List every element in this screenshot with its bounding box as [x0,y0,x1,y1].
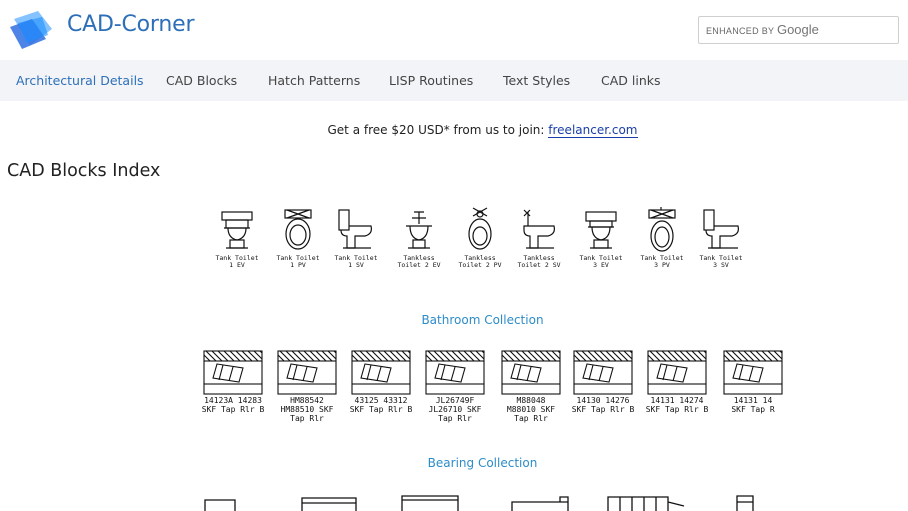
bearing-block-caption-line2: SKF Tap Rlr B [201,405,265,414]
bearing-drawing-icon [277,350,337,395]
nav-item-cad-blocks[interactable]: CAD Blocks [166,73,237,88]
bearing-block-caption-line1: M88048 [516,396,546,405]
site-header: CAD-Corner ENHANCED BY Google [0,0,908,60]
bathroom-block-item[interactable]: Tank Toilet 3 PV [637,203,687,269]
nav-item-hatch-patterns[interactable]: Hatch Patterns [268,73,360,88]
bathroom-block-item[interactable]: Tankless Toilet 2 PV [455,203,505,269]
bearing-block-caption-line2: SKF Tap Rlr B [349,405,413,414]
main-nav: Architectural Details CAD Blocks Hatch P… [0,60,908,101]
bearing-block-caption-line1: 14130 14276 [576,396,630,405]
bearing-block-caption-line2: SKF Tap R [731,405,775,414]
bathroom-block-item[interactable]: Tank Toilet 1 EV [212,203,262,269]
nav-item-lisp-routines[interactable]: LISP Routines [389,73,473,88]
next-collection-preview [204,495,754,511]
bearing-block-item[interactable]: JL26749F JL26710 SKF Tap Rlr [418,350,492,423]
bearing-block-item[interactable]: 14130 14276 SKF Tap Rlr B [566,350,640,414]
bearing-block-caption-line1: JL26749F [435,396,475,405]
bathroom-collection-link[interactable]: Bathroom Collection [0,313,908,327]
toilet-drawing-icon [648,207,676,252]
bearing-block-item[interactable]: 43125 43312 SKF Tap Rlr B [344,350,418,414]
bearing-block-caption-line2: SKF Tap Rlr B [645,405,709,414]
bearing-block-item[interactable]: 14123A 14283 SKF Tap Rlr B [196,350,270,414]
bearing-block-caption-line2: M88010 SKF [506,405,556,414]
bathroom-block-caption-line2: 3 SV [713,261,729,269]
bearing-block-caption-line1: 14131 14274 [650,396,704,405]
nav-item-cad-links[interactable]: CAD links [601,73,661,88]
bathroom-block-item[interactable]: Tank Toilet 1 PV [273,203,323,269]
bathroom-block-item[interactable]: Tankless Toilet 2 SV [514,203,564,269]
toilet-drawing-icon [406,211,432,249]
bathroom-block-caption-line2: 1 PV [290,261,306,269]
bearing-drawing-icon [203,350,263,395]
enhanced-by-label: ENHANCED BY [706,26,775,36]
bearing-block-caption-line1: HM88542 [290,396,324,405]
nav-item-architectural-details[interactable]: Architectural Details [16,73,144,88]
bearing-block-item[interactable]: 14131 14 SKF Tap R [716,350,790,414]
bathroom-block-caption-line2: 1 SV [348,261,364,269]
bathroom-block-caption-line2: 3 PV [654,261,670,269]
bearing-block-caption-line3: Tap Rlr [514,414,548,423]
bathroom-block-caption-line2: 1 EV [229,261,245,269]
bathroom-block-caption-line2: 3 EV [593,261,609,269]
bearing-block-caption-line2: HM88510 SKF [280,405,334,414]
bearing-block-caption-line1: 14131 14 [733,396,773,405]
toilet-drawing-icon [703,209,739,249]
bearing-block-item[interactable]: 14131 14274 SKF Tap Rlr B [640,350,714,414]
toilet-drawing-icon [338,209,372,249]
bearing-block-caption-line2: JL26710 SKF [428,405,482,414]
toilet-drawing-icon [523,209,555,249]
bearing-block-caption-line1: 43125 43312 [354,396,408,405]
bearing-block-caption-line1: 14123A 14283 [204,396,262,405]
toilet-drawing-icon [585,211,617,249]
promo-banner: Get a free $20 USD* from us to join: fre… [0,123,908,138]
bathroom-block-item[interactable]: Tank Toilet 3 SV [696,203,746,269]
search-input[interactable]: ENHANCED BY Google [698,16,899,44]
nav-item-text-styles[interactable]: Text Styles [503,73,570,88]
bearing-drawing-icon [573,350,633,395]
search-branding: ENHANCED BY Google [706,23,819,38]
bearing-block-caption-line3: Tap Rlr [438,414,472,423]
google-label: Google [776,22,819,37]
bathroom-block-caption-line2: Toilet 2 EV [397,261,441,269]
bathroom-block-item[interactable]: Tankless Toilet 2 EV [394,203,444,269]
promo-text: Get a free $20 USD* from us to join: [327,123,545,137]
bearing-block-item[interactable]: HM88542 HM88510 SKF Tap Rlr [270,350,344,423]
bathroom-block-caption-line2: Toilet 2 PV [458,261,502,269]
bearing-drawing-icon [425,350,485,395]
bathroom-block-item[interactable]: Tank Toilet 3 EV [576,203,626,269]
toilet-drawing-icon [284,209,312,250]
bearing-drawing-icon [723,350,783,395]
bearing-drawing-icon [647,350,707,395]
toilet-drawing-icon [221,211,253,249]
cad-corner-logo-icon[interactable] [8,9,56,51]
site-name-link[interactable]: CAD-Corner [67,12,194,37]
bearing-block-item[interactable]: M88048 M88010 SKF Tap Rlr [494,350,568,423]
toilet-drawing-icon [468,207,492,250]
bathroom-block-caption-line2: Toilet 2 SV [517,261,561,269]
promo-link[interactable]: freelancer.com [548,123,638,138]
bathroom-block-item[interactable]: Tank Toilet 1 SV [331,203,381,269]
bearing-collection-link[interactable]: Bearing Collection [0,456,908,470]
bearing-drawing-icon [501,350,561,395]
bearing-block-caption-line3: Tap Rlr [290,414,324,423]
bearing-block-caption-line2: SKF Tap Rlr B [571,405,635,414]
page-title: CAD Blocks Index [7,161,161,181]
bearing-drawing-icon [351,350,411,395]
